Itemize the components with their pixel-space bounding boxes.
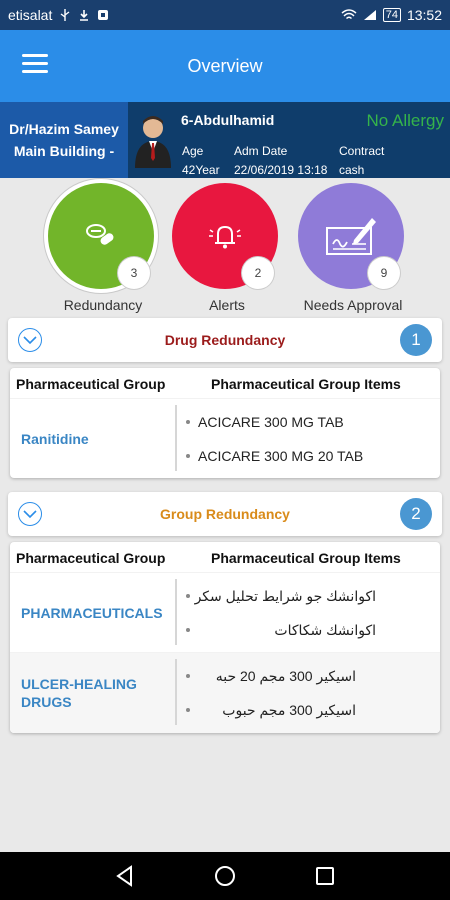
clock: 13:52 xyxy=(406,7,442,23)
group-redundancy-card: Pharmaceutical Group Pharmaceutical Grou… xyxy=(10,542,440,733)
patient-avatar-icon xyxy=(135,116,171,168)
needs-approval-count-badge: 9 xyxy=(368,257,400,289)
app-notification-icon xyxy=(98,10,109,20)
group-name: PHARMACEUTICALS xyxy=(21,605,163,621)
menu-icon[interactable] xyxy=(22,54,48,76)
list-item: اكوانشك جو شرايط تحليل سكر xyxy=(186,579,376,613)
needs-approval-tile[interactable]: 9 Needs Approval xyxy=(298,183,408,313)
redundancy-count-badge: 3 xyxy=(118,257,150,289)
home-icon[interactable] xyxy=(213,864,237,888)
list-item: اكوانشك شكاكات xyxy=(186,613,376,647)
patient-name: 6-Abdulhamid xyxy=(181,112,275,128)
status-bar: etisalat 74 13:52 xyxy=(0,0,450,30)
admission-date-label: Adm Date xyxy=(234,144,288,158)
system-nav-bar xyxy=(0,852,450,900)
wifi-icon xyxy=(341,9,357,20)
table-header: Pharmaceutical Group Pharmaceutical Grou… xyxy=(10,368,440,398)
list-item: اسيكير 300 مجم 20 حبه xyxy=(186,659,356,693)
list-item: اسيكير 300 مجم حبوب xyxy=(186,693,356,727)
patient-header: Dr/Hazim Samey Main Building - 6-Abdulha… xyxy=(0,102,450,178)
col-header-items: Pharmaceutical Group Items xyxy=(211,376,401,392)
list-item: ACICARE 300 MG TAB xyxy=(186,405,434,439)
doctor-location: Main Building - xyxy=(13,143,115,159)
group-redundancy-count: 2 xyxy=(400,498,432,530)
alerts-tile[interactable]: 2 Alerts xyxy=(172,183,282,313)
allergy-status: No Allergy xyxy=(366,111,444,130)
contract-label: Contract xyxy=(339,144,385,158)
drug-redundancy-count: 1 xyxy=(400,324,432,356)
battery-indicator: 74 xyxy=(382,8,401,22)
table-row[interactable]: ULCER-HEALING DRUGS اسيكير 300 مجم 20 حب… xyxy=(10,652,440,733)
usb-icon xyxy=(60,9,70,21)
alerts-count-badge: 2 xyxy=(242,257,274,289)
needs-approval-label: Needs Approval xyxy=(303,297,403,313)
drug-redundancy-card: Pharmaceutical Group Pharmaceutical Grou… xyxy=(10,368,440,478)
doctor-info[interactable]: Dr/Hazim Samey Main Building - xyxy=(0,102,128,178)
col-header-group: Pharmaceutical Group xyxy=(16,550,166,566)
back-icon[interactable] xyxy=(113,864,137,888)
signal-icon xyxy=(363,10,376,20)
download-icon xyxy=(80,10,89,21)
list-item: ACICARE 300 MG 20 TAB xyxy=(186,439,434,473)
bell-icon xyxy=(209,225,241,249)
col-header-group: Pharmaceutical Group xyxy=(16,376,166,392)
table-header: Pharmaceutical Group Pharmaceutical Grou… xyxy=(10,542,440,572)
table-row[interactable]: Ranitidine ACICARE 300 MG TAB ACICARE 30… xyxy=(10,398,440,478)
summary-tiles: 3 Redundancy 2 Alerts 9 Needs Approval xyxy=(0,178,450,313)
chevron-down-icon[interactable] xyxy=(18,502,42,526)
carrier-label: etisalat xyxy=(8,7,53,23)
group-name: Ranitidine xyxy=(21,431,89,447)
group-redundancy-title: Group Redundancy xyxy=(160,506,290,522)
doctor-name: Dr/Hazim Samey xyxy=(9,121,119,137)
page-title: Overview xyxy=(187,55,263,76)
recents-icon[interactable] xyxy=(313,864,337,888)
redundancy-tile[interactable]: 3 Redundancy xyxy=(48,183,158,313)
app-bar: Overview xyxy=(0,30,450,102)
group-name: ULCER-HEALING DRUGS xyxy=(21,676,137,710)
drug-redundancy-header[interactable]: Drug Redundancy 1 xyxy=(8,318,442,362)
drug-redundancy-title: Drug Redundancy xyxy=(164,332,286,348)
pills-icon xyxy=(86,224,114,245)
chevron-down-icon[interactable] xyxy=(18,328,42,352)
group-redundancy-header[interactable]: Group Redundancy 2 xyxy=(8,492,442,536)
signature-icon xyxy=(326,218,376,255)
col-header-items: Pharmaceutical Group Items xyxy=(211,550,401,566)
age-label: Age xyxy=(182,144,204,158)
table-row[interactable]: PHARMACEUTICALS اكوانشك جو شرايط تحليل س… xyxy=(10,572,440,652)
